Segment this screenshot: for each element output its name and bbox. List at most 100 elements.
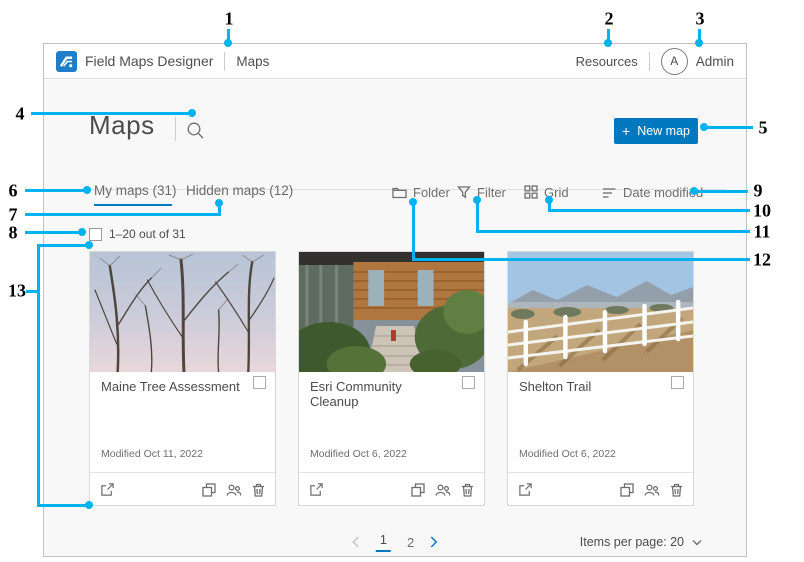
card-checkbox[interactable] (462, 376, 475, 389)
chevron-down-icon (692, 539, 702, 546)
map-card[interactable]: Maine Tree Assessment Modified Oct 11, 2… (89, 251, 276, 506)
open-map-icon[interactable] (309, 482, 324, 497)
callout-number-6: 6 (9, 181, 18, 202)
card-footer (508, 472, 693, 506)
callout-number-10: 10 (753, 201, 771, 222)
share-group-icon[interactable] (435, 483, 451, 497)
card-modified-date: Modified Oct 6, 2022 (519, 448, 616, 460)
nav-maps[interactable]: Maps (236, 54, 269, 69)
callout-dot (85, 501, 93, 509)
callout-line (25, 231, 81, 234)
tab-my-maps[interactable]: My maps (31) (94, 183, 177, 205)
callout-dot (604, 39, 612, 47)
callout-number-4: 4 (16, 104, 25, 125)
new-map-button[interactable]: + New map (614, 118, 698, 144)
grid-icon (524, 185, 538, 199)
delete-icon[interactable] (252, 483, 265, 497)
header-divider-2 (649, 52, 650, 71)
callout-number-11: 11 (753, 222, 770, 243)
callout-line (412, 201, 415, 261)
folder-label: Folder (413, 185, 450, 200)
callout-dot (473, 196, 481, 204)
callout-number-5: 5 (759, 118, 768, 139)
callout-line (37, 504, 90, 507)
callout-number-2: 2 (605, 9, 614, 30)
callout-line (25, 189, 86, 192)
card-thumbnail-trail (508, 252, 693, 372)
callout-line (476, 230, 750, 233)
callout-line (548, 209, 750, 212)
card-footer (299, 472, 484, 506)
callout-dot (83, 186, 91, 194)
card-checkbox[interactable] (671, 376, 684, 389)
callout-dot (700, 123, 708, 131)
duplicate-icon[interactable] (411, 483, 425, 497)
esri-logo-icon (56, 51, 77, 72)
callout-line (37, 244, 40, 507)
title-divider (175, 117, 176, 141)
callout-line (476, 199, 479, 233)
callout-line (31, 112, 191, 115)
sort-control[interactable]: Date modified (602, 184, 703, 200)
callout-line (25, 213, 221, 216)
page-1[interactable]: 1 (376, 532, 391, 552)
chevron-left-icon[interactable] (352, 536, 360, 548)
user-menu[interactable]: Admin (696, 54, 734, 69)
map-card[interactable]: Esri Community Cleanup Modified Oct 6, 2… (298, 251, 485, 506)
items-per-page-select[interactable]: Items per page: 20 (580, 535, 702, 549)
header-divider (224, 52, 225, 71)
callout-dot (224, 39, 232, 47)
delete-icon[interactable] (461, 483, 474, 497)
sort-icon (602, 186, 617, 199)
open-map-icon[interactable] (518, 482, 533, 497)
callout-line (37, 244, 90, 247)
open-map-icon[interactable] (100, 482, 115, 497)
folder-control[interactable]: Folder (392, 184, 450, 200)
avatar[interactable]: A (661, 48, 688, 75)
callout-line (704, 126, 753, 129)
folder-icon (392, 186, 407, 199)
callout-number-8: 8 (9, 223, 18, 244)
screenshot: Field Maps Designer Maps Resources A Adm… (0, 0, 804, 562)
app-header: Field Maps Designer Maps Resources A Adm… (44, 44, 746, 79)
nav-resources[interactable]: Resources (576, 54, 638, 69)
filter-label: Filter (477, 185, 506, 200)
content-area: Maps + New map My maps (31) Hidden maps … (44, 80, 746, 556)
card-thumbnail-building (299, 252, 484, 372)
plus-icon: + (622, 124, 630, 138)
selection-count-label: 1–20 out of 31 (109, 227, 186, 241)
callout-dot (695, 39, 703, 47)
callout-number-1: 1 (225, 9, 234, 30)
callout-number-12: 12 (753, 250, 771, 271)
share-group-icon[interactable] (226, 483, 242, 497)
search-icon[interactable] (186, 121, 205, 145)
select-all-checkbox[interactable] (89, 228, 102, 241)
callout-number-9: 9 (754, 181, 763, 202)
share-group-icon[interactable] (644, 483, 660, 497)
callout-dot (85, 241, 93, 249)
chevron-right-icon[interactable] (430, 536, 438, 548)
card-title: Esri Community Cleanup (310, 379, 450, 409)
card-modified-date: Modified Oct 6, 2022 (310, 448, 407, 460)
card-checkbox[interactable] (253, 376, 266, 389)
callout-number-3: 3 (696, 9, 705, 30)
card-title: Shelton Trail (519, 379, 659, 394)
callout-line (412, 258, 750, 261)
pagination: 1 2 (352, 532, 438, 552)
app-title: Field Maps Designer (85, 53, 213, 69)
callout-line (26, 290, 38, 293)
items-per-page-label: Items per page: 20 (580, 535, 684, 549)
filter-icon (457, 185, 471, 199)
page-2[interactable]: 2 (407, 535, 414, 550)
duplicate-icon[interactable] (620, 483, 634, 497)
card-footer (90, 472, 275, 506)
tab-hidden-maps[interactable]: Hidden maps (12) (186, 183, 293, 205)
callout-dot (215, 199, 223, 207)
map-card[interactable]: Shelton Trail Modified Oct 6, 2022 (507, 251, 694, 506)
callout-dot (78, 228, 86, 236)
callout-number-13: 13 (8, 281, 26, 302)
delete-icon[interactable] (670, 483, 683, 497)
duplicate-icon[interactable] (202, 483, 216, 497)
callout-dot (545, 196, 553, 204)
filter-control[interactable]: Filter (457, 184, 506, 200)
